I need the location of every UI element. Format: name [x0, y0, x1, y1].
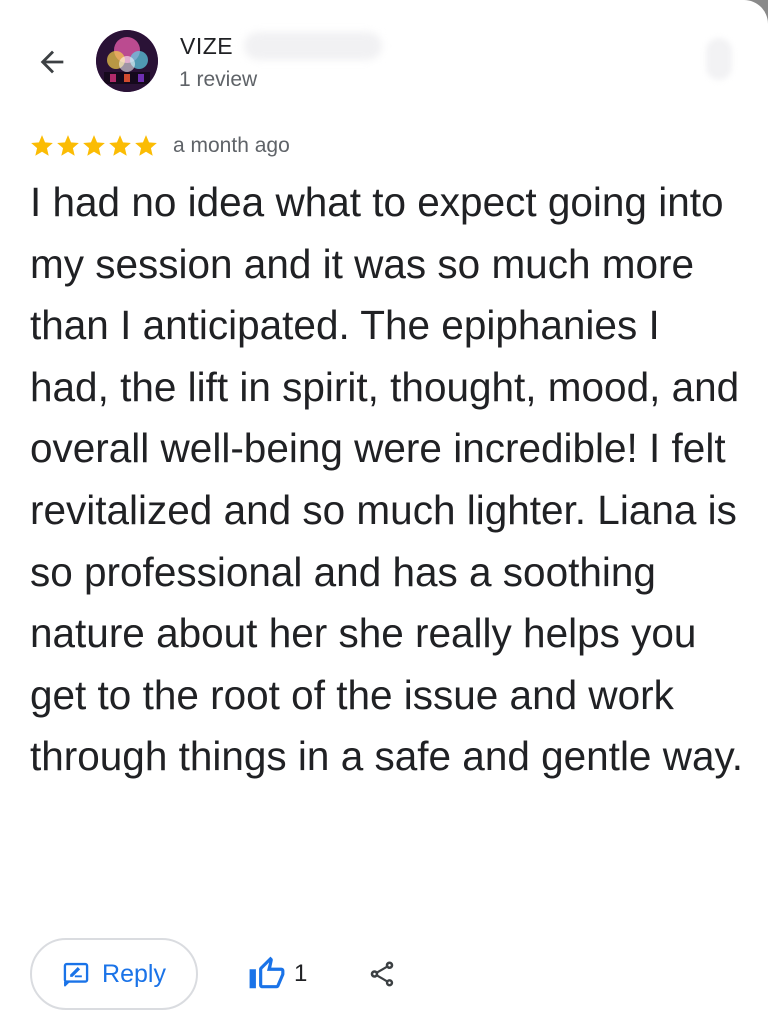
- like-count: 1: [294, 960, 308, 987]
- review-text: I had no idea what to expect going into …: [30, 179, 743, 780]
- star-icon: [31, 135, 53, 156]
- star-icon: [135, 135, 157, 156]
- share-icon: [370, 961, 394, 987]
- star-icon: [57, 135, 79, 156]
- star-icon: [109, 135, 131, 156]
- reviewer-name[interactable]: VIZE: [180, 33, 233, 60]
- reply-button[interactable]: Reply: [30, 938, 198, 1010]
- review-actions: Reply 1: [30, 938, 750, 1014]
- reviewer-review-count: 1 review: [179, 68, 258, 91]
- reply-label: Reply: [102, 959, 166, 988]
- rating-row: a month ago: [29, 130, 290, 162]
- star-rating: [29, 133, 159, 159]
- star-icon: [83, 135, 105, 156]
- redacted-name-blur: [244, 32, 382, 60]
- review-header: VIZE 1 review: [0, 24, 768, 104]
- back-button[interactable]: [26, 38, 78, 86]
- share-button[interactable]: [364, 956, 400, 992]
- redacted-blur: [706, 38, 732, 80]
- avatar-image: [96, 30, 158, 92]
- thumbs-up-icon: [249, 956, 285, 989]
- reply-edit-icon: [63, 962, 89, 987]
- window-corner: [742, 0, 768, 26]
- avatar[interactable]: [96, 30, 158, 92]
- review-date: a month ago: [173, 134, 290, 157]
- arrow-left-icon: [40, 50, 64, 74]
- like-button[interactable]: 1: [248, 952, 307, 996]
